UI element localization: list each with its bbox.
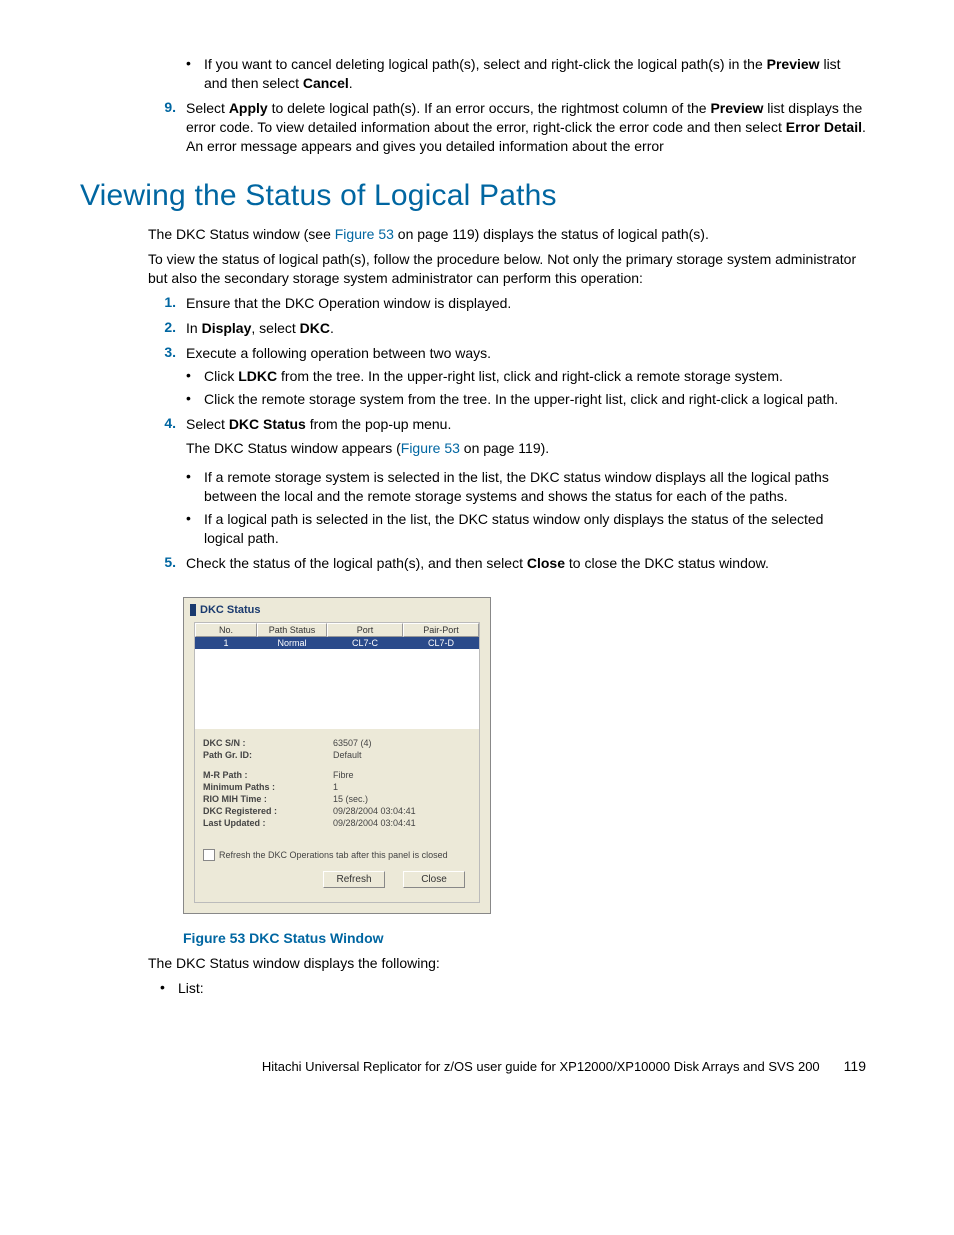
col-path-status[interactable]: Path Status xyxy=(257,623,327,637)
bullet-dot: • xyxy=(186,367,204,386)
intro-paragraph-2: To view the status of logical path(s), f… xyxy=(148,250,866,288)
text: The DKC Status window appears ( xyxy=(186,440,401,456)
dkc-status-figure: DKC Status No. Path Status Port Pair-Por… xyxy=(183,597,866,914)
footer-page-number: 119 xyxy=(844,1058,866,1074)
text: on page 119). xyxy=(460,440,549,456)
dkc-status-window: DKC Status No. Path Status Port Pair-Por… xyxy=(183,597,491,914)
cell-pair-port: CL7-D xyxy=(403,637,479,649)
dkc-table-row-selected[interactable]: 1 Normal CL7-C CL7-D xyxy=(195,637,479,649)
value-dkc-registered: 09/28/2004 03:04:41 xyxy=(333,806,471,816)
label-min-paths: Minimum Paths : xyxy=(203,782,333,792)
step-number-3: 3. xyxy=(148,344,186,363)
value-path-gr: Default xyxy=(333,750,471,760)
bold: DKC Status xyxy=(229,416,306,432)
table-empty-area xyxy=(195,649,479,729)
close-button[interactable]: Close xyxy=(403,871,465,888)
figure-link[interactable]: Figure 53 xyxy=(401,440,460,456)
bold: Display xyxy=(202,320,252,336)
step-text: Check the status of the logical path(s),… xyxy=(186,554,866,573)
dkc-window-title: DKC Status xyxy=(184,598,490,620)
dkc-table-header: No. Path Status Port Pair-Port xyxy=(195,623,479,637)
title-text: DKC Status xyxy=(200,604,261,616)
bullet-dot: • xyxy=(186,468,204,506)
bullet-text: If a logical path is selected in the lis… xyxy=(204,510,866,548)
text: , select xyxy=(251,320,299,336)
bold: Error Detail xyxy=(786,119,862,135)
step-number-5: 5. xyxy=(148,554,186,573)
after-figure-paragraph: The DKC Status window displays the follo… xyxy=(148,954,866,973)
footer-doc-title: Hitachi Universal Replicator for z/OS us… xyxy=(262,1059,820,1074)
refresh-checkbox-label: Refresh the DKC Operations tab after thi… xyxy=(219,850,448,860)
text: Check the status of the logical path(s),… xyxy=(186,555,527,571)
value-last-updated: 09/28/2004 03:04:41 xyxy=(333,818,471,828)
label-path-gr: Path Gr. ID: xyxy=(203,750,333,760)
figure-caption: Figure 53 DKC Status Window xyxy=(183,930,866,946)
bold: Preview xyxy=(767,56,820,72)
bullet-text: If you want to cancel deleting logical p… xyxy=(204,55,866,93)
bullet-dot: • xyxy=(186,390,204,409)
label-dkc-sn: DKC S/N : xyxy=(203,738,333,748)
refresh-checkbox-row[interactable]: Refresh the DKC Operations tab after thi… xyxy=(195,845,479,863)
bold: Preview xyxy=(710,100,763,116)
cell-port: CL7-C xyxy=(327,637,403,649)
label-rio-mih: RIO MIH Time : xyxy=(203,794,333,804)
bullet-text: If a remote storage system is selected i… xyxy=(204,468,866,506)
bullet-text: Click the remote storage system from the… xyxy=(204,390,866,409)
bold: Close xyxy=(527,555,565,571)
bold: LDKC xyxy=(238,368,277,384)
bullet-text: Click LDKC from the tree. In the upper-r… xyxy=(204,367,866,386)
bullet-dot: • xyxy=(186,510,204,548)
value-rio-mih: 15 (sec.) xyxy=(333,794,471,804)
step-text: Select Apply to delete logical path(s). … xyxy=(186,99,866,156)
text: Select xyxy=(186,100,229,116)
cell-path-status: Normal xyxy=(257,637,327,649)
bold: DKC xyxy=(300,320,330,336)
text: Select xyxy=(186,416,229,432)
col-no[interactable]: No. xyxy=(195,623,257,637)
bold: Apply xyxy=(229,100,268,116)
col-port[interactable]: Port xyxy=(327,623,403,637)
bullet-text: List: xyxy=(178,979,866,998)
section-heading: Viewing the Status of Logical Paths xyxy=(80,179,866,213)
value-mr-path: Fibre xyxy=(333,770,471,780)
title-bar-icon xyxy=(190,604,196,616)
label-mr-path: M-R Path : xyxy=(203,770,333,780)
figure-link[interactable]: Figure 53 xyxy=(335,226,394,242)
text: . xyxy=(349,75,353,91)
step-number-9: 9. xyxy=(148,99,186,156)
text: If you want to cancel deleting logical p… xyxy=(204,56,767,72)
text: Click xyxy=(204,368,238,384)
step-number-4: 4. xyxy=(148,415,186,465)
text: . xyxy=(330,320,334,336)
intro-paragraph-1: The DKC Status window (see Figure 53 on … xyxy=(148,225,866,244)
refresh-button[interactable]: Refresh xyxy=(323,871,385,888)
bullet-dot: • xyxy=(186,55,204,93)
bold: Cancel xyxy=(303,75,349,91)
text: to close the DKC status window. xyxy=(565,555,769,571)
step-number-1: 1. xyxy=(148,294,186,313)
text: to delete logical path(s). If an error o… xyxy=(268,100,711,116)
value-dkc-sn: 63507 (4) xyxy=(333,738,471,748)
text: from the tree. In the upper-right list, … xyxy=(277,368,783,384)
text: In xyxy=(186,320,202,336)
label-dkc-registered: DKC Registered : xyxy=(203,806,333,816)
step-text: Ensure that the DKC Operation window is … xyxy=(186,294,866,313)
cell-no: 1 xyxy=(195,637,257,649)
step-text: Execute a following operation between tw… xyxy=(186,344,866,363)
step-text: Select DKC Status from the pop-up menu. … xyxy=(186,415,866,465)
text: on page 119) displays the status of logi… xyxy=(394,226,709,242)
value-min-paths: 1 xyxy=(333,782,471,792)
refresh-checkbox[interactable] xyxy=(203,849,215,861)
step-number-2: 2. xyxy=(148,319,186,338)
step-text: In Display, select DKC. xyxy=(186,319,866,338)
bullet-dot: • xyxy=(160,979,178,998)
col-pair-port[interactable]: Pair-Port xyxy=(403,623,479,637)
text: The DKC Status window (see xyxy=(148,226,335,242)
label-last-updated: Last Updated : xyxy=(203,818,333,828)
text: from the pop-up menu. xyxy=(306,416,452,432)
